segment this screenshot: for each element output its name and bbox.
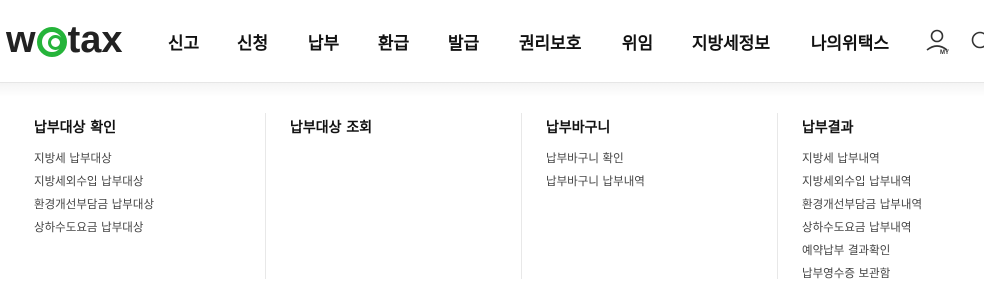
column-title-result[interactable]: 납부결과 xyxy=(802,117,922,137)
gnb-item-report[interactable]: 신고 xyxy=(168,29,199,54)
submenu-item[interactable]: 지방세외수입 납부대상 xyxy=(34,170,154,193)
submenu-item[interactable]: 상하수도요금 납부대상 xyxy=(34,216,154,239)
user-my-badge: MY xyxy=(940,50,949,56)
submenu-item[interactable]: 예약납부 결과확인 xyxy=(802,239,922,262)
megamenu-column-result: 납부결과 지방세 납부내역 지방세외수입 납부내역 환경개선부담금 납부내역 상… xyxy=(802,117,922,285)
gnb-item-apply[interactable]: 신청 xyxy=(237,29,268,54)
submenu-item[interactable]: 지방세 납부대상 xyxy=(34,147,154,170)
megamenu-shadow xyxy=(0,83,984,97)
column-title-confirm[interactable]: 납부대상 확인 xyxy=(34,117,154,137)
gnb-item-delegate[interactable]: 위임 xyxy=(622,29,653,54)
gnb-item-pay[interactable]: 납부 xyxy=(308,29,339,54)
megamenu-column-confirm: 납부대상 확인 지방세 납부대상 지방세외수입 납부대상 환경개선부담금 납부대… xyxy=(34,117,154,239)
search-icon[interactable] xyxy=(970,30,984,52)
submenu-item[interactable]: 납부바구니 확인 xyxy=(546,147,645,170)
column-title-basket[interactable]: 납부바구니 xyxy=(546,117,645,137)
megamenu-column-lookup: 납부대상 조회 xyxy=(290,117,372,147)
logo-text-tax: tax xyxy=(67,18,123,61)
site-header: w tax 신고 신청 납부 환급 발급 권리보호 위임 지방세정보 나의위택스… xyxy=(0,0,984,82)
column-divider xyxy=(265,113,266,279)
gnb-item-issue[interactable]: 발급 xyxy=(448,29,479,54)
submenu-item[interactable]: 환경개선부담금 납부내역 xyxy=(802,193,922,216)
logo-e-mark xyxy=(36,27,67,57)
submenu-item[interactable]: 납부바구니 납부내역 xyxy=(546,170,645,193)
user-my-icon[interactable]: MY xyxy=(925,28,955,58)
submenu-item[interactable]: 납부영수증 보관함 xyxy=(802,262,922,285)
submenu-item[interactable]: 지방세 납부내역 xyxy=(802,147,922,170)
gnb-item-rights[interactable]: 권리보호 xyxy=(519,29,582,54)
logo-text-w: w xyxy=(6,18,36,61)
submenu-item[interactable]: 환경개선부담금 납부대상 xyxy=(34,193,154,216)
submenu-item[interactable]: 상하수도요금 납부내역 xyxy=(802,216,922,239)
gnb-item-localtax-info[interactable]: 지방세정보 xyxy=(692,29,770,54)
gnb-item-my-wetax[interactable]: 나의위택스 xyxy=(811,29,889,54)
gnb-item-refund[interactable]: 환급 xyxy=(378,29,409,54)
column-divider xyxy=(777,113,778,279)
column-title-lookup[interactable]: 납부대상 조회 xyxy=(290,117,372,137)
wetax-logo[interactable]: w tax xyxy=(6,18,123,61)
megamenu-column-basket: 납부바구니 납부바구니 확인 납부바구니 납부내역 xyxy=(546,117,645,193)
submenu-item[interactable]: 지방세외수입 납부내역 xyxy=(802,170,922,193)
column-divider xyxy=(521,113,522,279)
